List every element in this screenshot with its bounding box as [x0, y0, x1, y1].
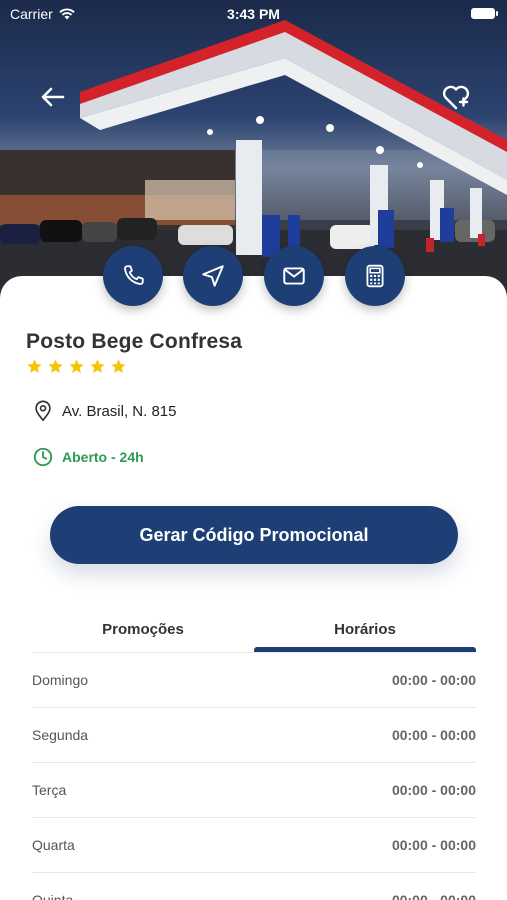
schedule-row: Terça 00:00 - 00:00 [32, 763, 476, 818]
schedule-row: Quinta 00:00 - 00:00 [32, 873, 476, 900]
address-text: Av. Brasil, N. 815 [62, 402, 177, 420]
tab-promotions[interactable]: Promoções [32, 610, 254, 652]
mail-icon [283, 267, 305, 285]
navigation-arrow-icon [202, 265, 224, 287]
phone-icon [124, 265, 144, 285]
calculator-icon [366, 264, 384, 288]
rating-stars [26, 358, 127, 375]
star-icon [111, 359, 126, 373]
day-label: Segunda [32, 727, 89, 743]
day-label: Terça [32, 782, 67, 798]
calculator-button[interactable] [345, 246, 405, 306]
quick-actions [0, 246, 507, 308]
day-label: Domingo [32, 672, 89, 688]
hours-value: 00:00 - 00:00 [391, 727, 476, 743]
schedule-row: Quarta 00:00 - 00:00 [32, 818, 476, 873]
hours-value: 00:00 - 00:00 [391, 672, 476, 688]
favorite-button[interactable] [441, 82, 471, 112]
hours-value: 00:00 - 00:00 [391, 782, 476, 798]
station-name: Posto Bege Confresa [26, 330, 243, 353]
call-button[interactable] [103, 246, 163, 306]
info-tabs: Promoções Horários [32, 610, 476, 652]
schedule-row: Segunda 00:00 - 00:00 [32, 708, 476, 763]
status-bar: Carrier 3:43 PM [0, 0, 507, 28]
heart-plus-icon [442, 85, 470, 110]
address-row: Av. Brasil, N. 815 [32, 399, 177, 423]
location-pin-icon [35, 400, 51, 421]
directions-button[interactable] [183, 246, 243, 306]
star-icon [69, 359, 84, 373]
tab-hours[interactable]: Horários [254, 610, 476, 652]
back-button[interactable] [38, 82, 68, 112]
star-icon [27, 359, 42, 373]
schedule-list: Domingo 00:00 - 00:00 Segunda 00:00 - 00… [32, 653, 476, 900]
battery-icon [471, 8, 498, 19]
clock-icon [33, 447, 53, 467]
open-status-row: Aberto - 24h [32, 446, 144, 468]
arrow-left-icon [41, 87, 65, 107]
hours-value: 00:00 - 00:00 [391, 837, 476, 853]
status-time: 3:43 PM [227, 6, 280, 22]
star-icon [90, 359, 105, 373]
schedule-row: Domingo 00:00 - 00:00 [32, 653, 476, 708]
day-label: Quinta [32, 892, 74, 900]
day-label: Quarta [32, 837, 75, 853]
generate-promo-code-button[interactable]: Gerar Código Promocional [50, 506, 458, 564]
open-status-text: Aberto - 24h [62, 449, 144, 465]
email-button[interactable] [264, 246, 324, 306]
hours-value: 00:00 - 00:00 [391, 892, 476, 900]
star-icon [48, 359, 63, 373]
